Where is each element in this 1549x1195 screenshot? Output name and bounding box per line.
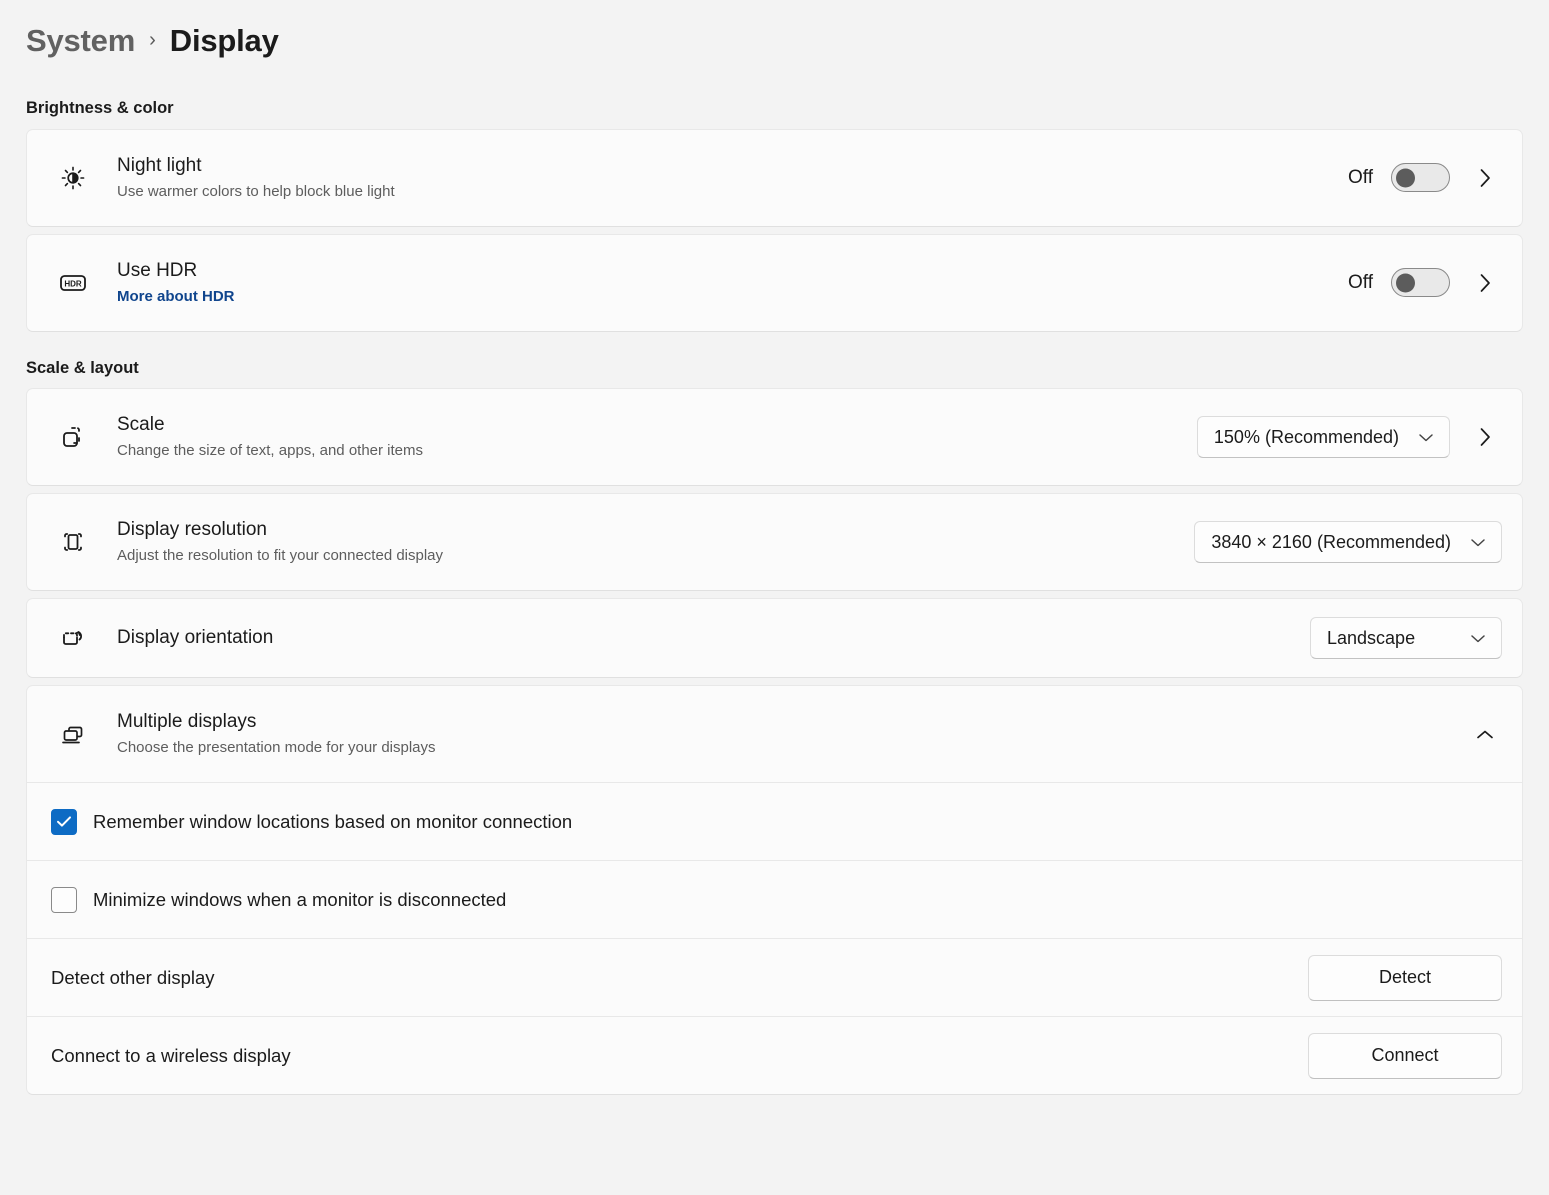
display-settings-page: System › Display Brightness & color Nigh… [0,0,1549,1195]
connect-button[interactable]: Connect [1308,1033,1502,1079]
multiple-displays-icon [51,712,95,756]
display-resolution-dropdown[interactable]: 3840 × 2160 (Recommended) [1194,521,1502,563]
display-orientation-controls: Landscape [1310,617,1502,659]
night-light-toggle[interactable] [1391,163,1450,192]
display-resolution-dropdown-value: 3840 × 2160 (Recommended) [1211,532,1451,553]
display-resolution-text: Display resolution Adjust the resolution… [117,518,1170,566]
breadcrumb-parent-system[interactable]: System [26,23,135,59]
minimize-windows-checkbox-wrap[interactable]: Minimize windows when a monitor is disco… [51,887,506,913]
chevron-right-icon: › [149,30,156,52]
use-hdr-chevron-right-icon[interactable] [1468,266,1502,300]
display-resolution-card[interactable]: Display resolution Adjust the resolution… [26,493,1523,591]
svg-text:HDR: HDR [64,279,82,288]
detect-other-display-row: Detect other display Detect [27,938,1522,1016]
night-light-chevron-right-icon[interactable] [1468,161,1502,195]
minimize-windows-checkbox[interactable] [51,887,77,913]
scale-dropdown[interactable]: 150% (Recommended) [1197,416,1450,458]
breadcrumb: System › Display [26,0,1523,72]
display-orientation-row[interactable]: Display orientation Landscape [27,599,1522,677]
scale-card[interactable]: Scale Change the size of text, apps, and… [26,388,1523,486]
display-orientation-title: Display orientation [117,626,1286,650]
display-resolution-row[interactable]: Display resolution Adjust the resolution… [27,494,1522,590]
toggle-knob [1396,273,1415,292]
section-heading-scale-layout: Scale & layout [26,360,1523,377]
night-light-toggle-state: Off [1348,167,1373,189]
section-heading-brightness-color: Brightness & color [26,100,1523,117]
connect-wireless-display-label: Connect to a wireless display [51,1045,291,1067]
display-orientation-text: Display orientation [117,626,1286,650]
use-hdr-toggle[interactable] [1391,268,1450,297]
night-light-card[interactable]: Night light Use warmer colors to help bl… [26,129,1523,227]
multiple-displays-chevron-up-icon[interactable] [1468,717,1502,751]
multiple-displays-subtitle: Choose the presentation mode for your di… [117,739,1468,758]
night-light-title: Night light [117,154,1324,178]
display-orientation-card[interactable]: Display orientation Landscape [26,598,1523,678]
scale-chevron-right-icon[interactable] [1468,420,1502,454]
connect-wireless-display-row: Connect to a wireless display Connect [27,1016,1522,1094]
multiple-displays-title: Multiple displays [117,710,1468,734]
display-resolution-title: Display resolution [117,518,1170,542]
use-hdr-controls: Off [1348,266,1502,300]
detect-other-display-label: Detect other display [51,967,215,989]
use-hdr-text: Use HDR More about HDR [117,259,1324,307]
display-resolution-controls: 3840 × 2160 (Recommended) [1194,521,1502,563]
night-light-subtitle: Use warmer colors to help block blue lig… [117,183,1324,202]
remember-window-locations-checkbox[interactable] [51,809,77,835]
use-hdr-toggle-state: Off [1348,272,1373,294]
use-hdr-row[interactable]: HDR Use HDR More about HDR Off [27,235,1522,331]
scale-icon [51,415,95,459]
multiple-displays-card[interactable]: Multiple displays Choose the presentatio… [26,685,1523,1095]
scale-text: Scale Change the size of text, apps, and… [117,413,1173,461]
minimize-windows-row[interactable]: Minimize windows when a monitor is disco… [27,860,1522,938]
display-orientation-dropdown-value: Landscape [1327,628,1415,649]
remember-window-locations-checkbox-wrap[interactable]: Remember window locations based on monit… [51,809,572,835]
display-resolution-subtitle: Adjust the resolution to fit your connec… [117,547,1170,566]
display-resolution-icon [51,520,95,564]
brightness-night-light-icon [51,156,95,200]
hdr-icon: HDR [51,261,95,305]
night-light-text: Night light Use warmer colors to help bl… [117,154,1324,202]
display-orientation-icon [51,616,95,660]
multiple-displays-header-row[interactable]: Multiple displays Choose the presentatio… [27,686,1522,782]
use-hdr-card[interactable]: HDR Use HDR More about HDR Off [26,234,1523,332]
toggle-knob [1396,168,1415,187]
display-orientation-dropdown[interactable]: Landscape [1310,617,1502,659]
night-light-controls: Off [1348,161,1502,195]
scale-controls: 150% (Recommended) [1197,416,1502,458]
chevron-down-icon [1469,536,1487,548]
check-icon [56,815,72,828]
more-about-hdr-link[interactable]: More about HDR [117,288,235,307]
chevron-down-icon [1469,632,1487,644]
scale-subtitle: Change the size of text, apps, and other… [117,442,1173,461]
scale-dropdown-value: 150% (Recommended) [1214,427,1399,448]
night-light-row[interactable]: Night light Use warmer colors to help bl… [27,130,1522,226]
minimize-windows-label: Minimize windows when a monitor is disco… [93,889,506,911]
remember-window-locations-row[interactable]: Remember window locations based on monit… [27,782,1522,860]
remember-window-locations-label: Remember window locations based on monit… [93,811,572,833]
use-hdr-title: Use HDR [117,259,1324,283]
scale-title: Scale [117,413,1173,437]
multiple-displays-text: Multiple displays Choose the presentatio… [117,710,1468,758]
page-title: Display [170,23,279,59]
detect-button[interactable]: Detect [1308,955,1502,1001]
chevron-down-icon [1417,431,1435,443]
scale-row[interactable]: Scale Change the size of text, apps, and… [27,389,1522,485]
